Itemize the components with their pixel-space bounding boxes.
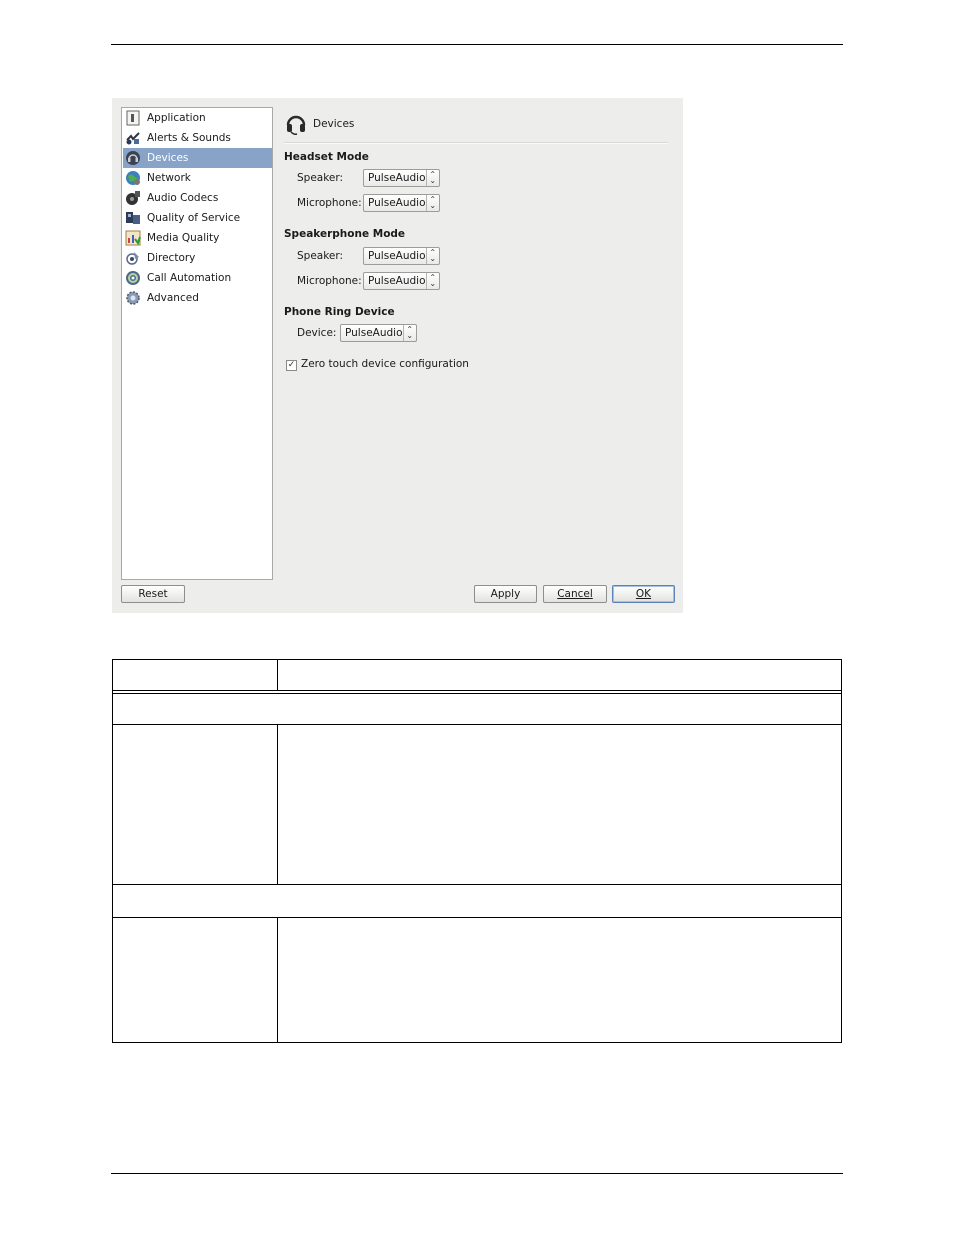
ring-device-label: Device:: [297, 327, 337, 339]
sidebar-item-media-quality[interactable]: Media Quality: [123, 228, 272, 248]
application-icon: [125, 110, 141, 126]
speakerphone-mode-heading: Speakerphone Mode: [284, 228, 406, 240]
category-list[interactable]: Application Alerts & Sounds Devices Netw…: [121, 107, 273, 580]
table-cell: [112, 659, 278, 691]
speakerphone-microphone-select[interactable]: PulseAudio ⌃ ⌄: [363, 272, 440, 290]
table-row: [112, 884, 842, 918]
speakerphone-speaker-label: Speaker:: [297, 250, 344, 262]
header-separator: [284, 142, 668, 144]
headset-microphone-select[interactable]: PulseAudio ⌃ ⌄: [363, 194, 440, 212]
document-table: [112, 659, 842, 1043]
footer-rule: [111, 1173, 843, 1174]
zero-touch-checkbox[interactable]: ✓: [286, 360, 297, 371]
spinner-arrows-icon: ⌃ ⌄: [425, 170, 440, 186]
header-rule: [111, 44, 843, 45]
headset-speaker-label: Speaker:: [297, 172, 344, 184]
cancel-button-label: Cancel: [557, 588, 593, 600]
table-cell: [277, 917, 842, 1043]
table-cell: [277, 659, 842, 691]
spinner-arrows-icon: ⌃ ⌄: [425, 195, 440, 211]
ring-device-select[interactable]: PulseAudio ⌃ ⌄: [340, 324, 417, 342]
sidebar-item-devices[interactable]: Devices: [123, 148, 272, 168]
table-row: [112, 693, 842, 725]
sidebar-item-label: Alerts & Sounds: [147, 132, 231, 144]
media-quality-icon: [125, 230, 141, 246]
apply-button[interactable]: Apply: [474, 585, 537, 603]
network-globe-icon: [125, 170, 141, 186]
table-cell: [277, 724, 842, 885]
audio-codecs-icon: [125, 190, 141, 206]
table-cell: [112, 724, 278, 885]
speakerphone-speaker-value: PulseAudio: [368, 250, 426, 262]
sidebar-item-label: Audio Codecs: [147, 192, 219, 204]
table-row: [112, 724, 842, 885]
headset-microphone-label: Microphone:: [297, 197, 362, 209]
speakerphone-microphone-label: Microphone:: [297, 275, 362, 287]
speakerphone-speaker-select[interactable]: PulseAudio ⌃ ⌄: [363, 247, 440, 265]
headset-icon: [286, 115, 306, 135]
sidebar-item-network[interactable]: Network: [123, 168, 272, 188]
headset-icon: [125, 150, 141, 166]
quality-of-service-icon: [125, 210, 141, 226]
speakerphone-microphone-value: PulseAudio: [368, 275, 426, 287]
table-row: [112, 659, 842, 691]
spinner-arrows-icon: ⌃ ⌄: [425, 248, 440, 264]
sidebar-item-directory[interactable]: Directory: [123, 248, 272, 268]
ring-device-value: PulseAudio: [345, 327, 403, 339]
sidebar-item-application[interactable]: Application: [123, 108, 272, 128]
headset-mode-heading: Headset Mode: [284, 151, 369, 163]
reset-button[interactable]: Reset: [121, 585, 185, 603]
headset-speaker-value: PulseAudio: [368, 172, 426, 184]
sidebar-item-quality-of-service[interactable]: Quality of Service: [123, 208, 272, 228]
sidebar-item-label: Media Quality: [147, 232, 220, 244]
headset-speaker-select[interactable]: PulseAudio ⌃ ⌄: [363, 169, 440, 187]
headset-microphone-value: PulseAudio: [368, 197, 426, 209]
call-automation-icon: [125, 270, 141, 286]
zero-touch-label: Zero touch device configuration: [301, 358, 469, 370]
sidebar-item-label: Directory: [147, 252, 196, 264]
sidebar-item-label: Devices: [147, 152, 189, 164]
table-cell: [112, 917, 278, 1043]
advanced-gear-icon: [125, 290, 141, 306]
spinner-arrows-icon: ⌃ ⌄: [402, 325, 417, 341]
sidebar-item-advanced[interactable]: Advanced: [123, 288, 272, 308]
page-title: Devices: [313, 118, 355, 130]
directory-icon: [125, 250, 141, 266]
sidebar-item-label: Quality of Service: [147, 212, 241, 224]
spinner-arrows-icon: ⌃ ⌄: [425, 273, 440, 289]
sidebar-item-audio-codecs[interactable]: Audio Codecs: [123, 188, 272, 208]
sidebar-item-alerts-sounds[interactable]: Alerts & Sounds: [123, 128, 272, 148]
cancel-button[interactable]: Cancel: [543, 585, 607, 603]
alerts-sounds-icon: [125, 130, 141, 146]
table-cell: [112, 884, 842, 918]
table-row: [112, 917, 842, 1043]
sidebar-item-label: Network: [147, 172, 191, 184]
ok-button[interactable]: OK: [612, 585, 675, 603]
sidebar-item-label: Advanced: [147, 292, 199, 304]
phone-ring-device-heading: Phone Ring Device: [284, 306, 395, 318]
sidebar-item-label: Application: [147, 112, 206, 124]
ok-button-label: OK: [635, 588, 652, 600]
table-cell: [112, 693, 842, 725]
sidebar-item-label: Call Automation: [147, 272, 232, 284]
sidebar-item-call-automation[interactable]: Call Automation: [123, 268, 272, 288]
